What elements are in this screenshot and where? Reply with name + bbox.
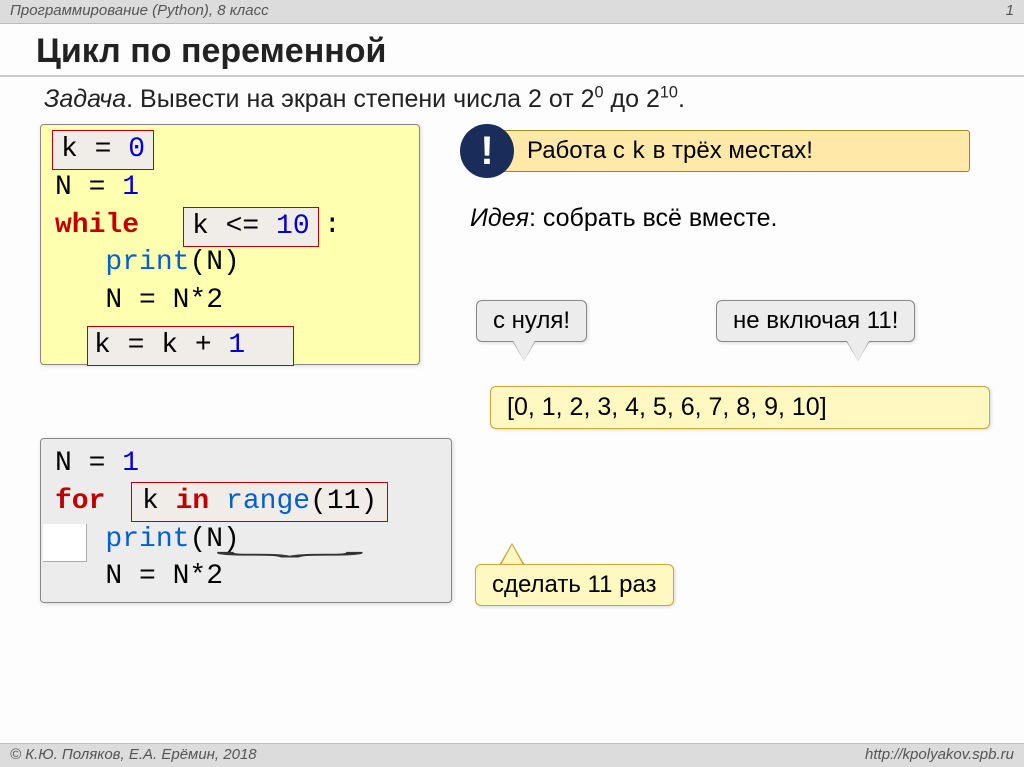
highlight-k-zero: k = 0 <box>52 130 154 170</box>
footer-bar: © К.Ю. Поляков, Е.А. Ерёмин, 2018 http:/… <box>0 743 1024 767</box>
task-line: Задача. Вывести на экран степени числа 2… <box>44 85 1008 114</box>
code2-l4: N = N*2 <box>55 561 223 592</box>
code-l4a <box>55 247 105 278</box>
highlight-increment: k = k + 1 <box>87 326 294 366</box>
task-exp1: 0 <box>595 84 604 102</box>
code-l2b: 1 <box>122 172 139 203</box>
task-text-before: . Вывести на экран степени числа 2 от 2 <box>126 85 594 113</box>
code-print1: print <box>105 247 189 278</box>
idea-text: : собрать всё вместе. <box>529 204 778 232</box>
content-area: N = 1 while : print(N) N = N*2 k = 0 k <… <box>0 124 1024 724</box>
callout-excluding-11: не включая 11! <box>716 300 915 342</box>
white-patch <box>43 524 87 562</box>
header-bar: Программирование (Python), 8 класс 1 <box>0 0 1024 24</box>
callout-do-11-times: сделать 11 раз <box>475 564 674 606</box>
title-underline <box>0 75 1024 77</box>
highlight-for-range: k in range(11) <box>131 482 388 522</box>
slide-title: Цикл по переменной <box>36 32 1024 71</box>
footer-url: http://kpolyakov.spb.ru <box>865 746 1014 767</box>
task-text-mid: до 2 <box>604 85 660 113</box>
highlight-condition: k <= 10 <box>183 207 319 247</box>
exclamation-icon: ! <box>460 124 514 178</box>
idea-line: Идея: собрать всё вместе. <box>470 204 778 233</box>
header-left: Программирование (Python), 8 класс <box>10 2 269 23</box>
task-label: Задача <box>44 85 126 113</box>
code-while: while <box>55 210 156 241</box>
note-before: Работа с <box>527 137 632 164</box>
callout-sequence: [0, 1, 2, 3, 4, 5, 6, 7, 8, 9, 10] <box>490 386 990 429</box>
code2-l1b: 1 <box>122 448 139 479</box>
code2-for: for <box>55 486 105 517</box>
footer-copyright: © К.Ю. Поляков, Е.А. Ерёмин, 2018 <box>10 746 257 767</box>
code-l5: N = N*2 <box>55 285 223 316</box>
callout-tail-excl <box>846 339 870 361</box>
task-exp2: 10 <box>660 84 678 102</box>
callout-tail-zero <box>512 339 536 361</box>
page-number: 1 <box>1006 2 1014 23</box>
note-after: в трёх местах! <box>646 137 813 164</box>
code2-print: print <box>105 524 189 555</box>
code-l2a: N = <box>55 172 122 203</box>
note-code: k <box>632 139 646 166</box>
task-text-after: . <box>678 85 685 113</box>
callout-from-zero: с нуля! <box>476 300 587 342</box>
idea-label: Идея <box>470 204 529 232</box>
brace-icon: ⏟ <box>214 529 365 557</box>
note-callout: Работа с k в трёх местах! <box>500 130 970 172</box>
code2-l1a: N = <box>55 448 122 479</box>
code-l4c: (N) <box>189 247 239 278</box>
